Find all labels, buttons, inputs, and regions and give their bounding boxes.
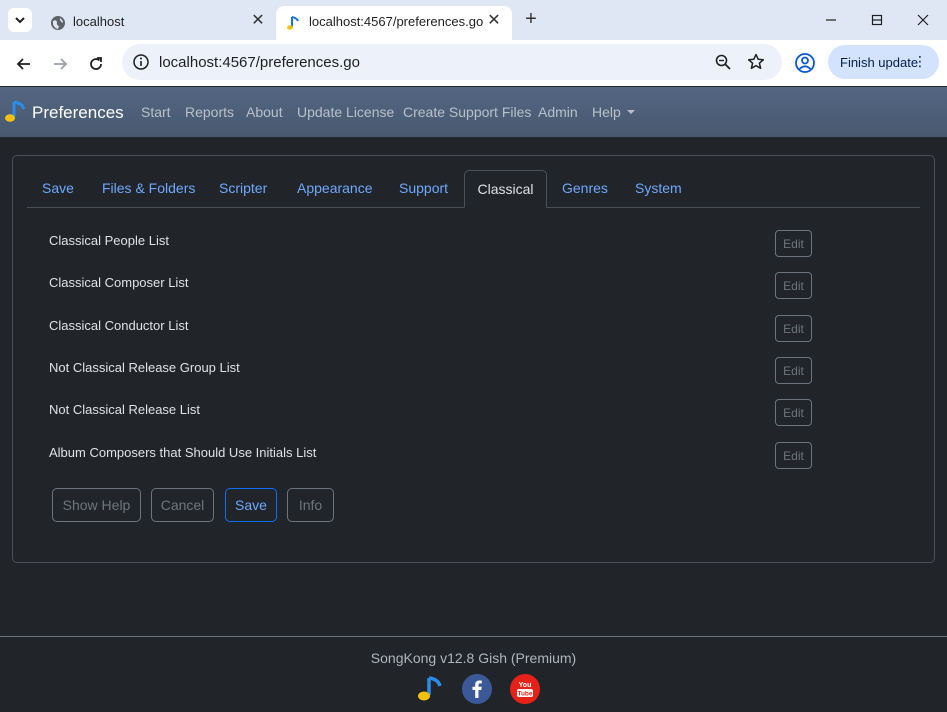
nav-reports[interactable]: Reports [185,104,234,120]
caret-down-icon [626,110,635,114]
bookmark-star-icon[interactable] [747,53,765,71]
reload-icon [90,57,102,70]
close-icon [917,14,929,26]
browser-tab-strip: localhost ✕ localhost:4567/preferences.g… [0,0,947,40]
minimize-button-area[interactable] [808,6,854,34]
browser-toolbar: localhost:4567/preferences.go Finish upd… [0,40,947,86]
nav-help-dropdown[interactable]: Help [592,104,635,120]
maximize-icon [871,14,883,26]
edit-classical-composer-button[interactable]: Edit [775,272,812,299]
zoom-icon[interactable] [714,53,732,71]
globe-icon [51,16,65,30]
tab-system[interactable]: System [635,180,682,196]
tab-support[interactable]: Support [399,180,448,196]
browser-tab-preferences[interactable]: localhost:4567/preferences.go ✕ [276,6,512,40]
minimize-icon [826,19,836,21]
site-info-icon[interactable] [132,53,150,71]
address-url: localhost:4567/preferences.go [159,54,360,71]
tab-appearance[interactable]: Appearance [297,180,373,196]
tab-classical[interactable]: Classical [464,170,547,208]
browser-tab-title: localhost [73,14,125,29]
kebab-menu-icon[interactable]: ⋮ [913,54,927,68]
footer-version: SongKong v12.8 Gish (Premium) [370,650,577,666]
browser-tab-localhost[interactable]: localhost ✕ [40,6,276,40]
nav-start[interactable]: Start [141,104,171,120]
edit-album-composers-initials-button[interactable]: Edit [775,442,812,469]
finish-update-label: Finish update [840,54,919,70]
nav-about[interactable]: About [246,104,283,120]
address-bar[interactable]: localhost:4567/preferences.go [122,44,782,80]
nav-create-support-files[interactable]: Create Support Files [403,104,531,120]
songkong-home-icon[interactable] [414,674,444,704]
close-tab-icon[interactable]: ✕ [486,13,502,29]
nav-update-license[interactable]: Update License [297,104,394,120]
close-tab-icon[interactable]: ✕ [250,13,266,29]
footer-divider [0,636,947,637]
finish-update-button[interactable]: Finish update ⋮ [828,45,939,79]
row-label-classical-composer: Classical Composer List [49,275,189,290]
app-navbar: Preferences Start Reports About Update L… [0,87,947,137]
edit-classical-people-button[interactable]: Edit [775,230,812,257]
chevron-down-icon [15,17,25,24]
row-label-classical-people: Classical People List [49,233,169,248]
arrow-right-icon [54,58,68,70]
row-label-not-classical-release: Not Classical Release List [49,402,201,417]
brand-title[interactable]: Preferences [32,103,124,123]
tab-files-folders[interactable]: Files & Folders [102,180,195,196]
nav-help-label: Help [592,104,621,120]
browser-tab-title: localhost:4567/preferences.go [309,14,484,29]
songkong-logo-icon[interactable] [4,99,28,125]
edit-not-classical-release-button[interactable]: Edit [775,399,812,426]
nav-admin[interactable]: Admin [538,104,578,120]
edit-classical-conductor-button[interactable]: Edit [775,315,812,342]
songkong-note-icon [287,16,299,30]
maximize-button[interactable] [854,6,900,34]
show-help-button[interactable]: Show Help [52,488,141,522]
info-button[interactable]: Info [287,488,334,522]
row-label-album-composers-initials: Album Composers that Should Use Initials… [49,445,317,460]
forward-button[interactable] [47,51,73,77]
row-label-classical-conductor: Classical Conductor List [49,318,189,333]
new-tab-button[interactable]: + [520,9,542,31]
facebook-icon[interactable] [462,674,492,704]
reload-button[interactable] [83,51,109,77]
svg-text:Tube: Tube [517,691,532,698]
back-button[interactable] [11,51,37,77]
tab-scripter[interactable]: Scripter [219,180,267,196]
tab-save[interactable]: Save [42,180,74,196]
tab-search-button[interactable] [8,8,32,32]
profile-icon[interactable] [794,52,816,74]
edit-not-classical-release-group-button[interactable]: Edit [775,357,812,384]
tab-genres[interactable]: Genres [562,180,608,196]
youtube-icon[interactable]: You Tube [510,674,540,704]
close-window-button[interactable] [900,6,946,34]
cancel-button[interactable]: Cancel [151,488,214,522]
svg-text:You: You [519,682,532,689]
arrow-left-icon [16,58,30,70]
row-label-not-classical-release-group: Not Classical Release Group List [49,360,240,375]
save-button[interactable]: Save [225,488,277,522]
